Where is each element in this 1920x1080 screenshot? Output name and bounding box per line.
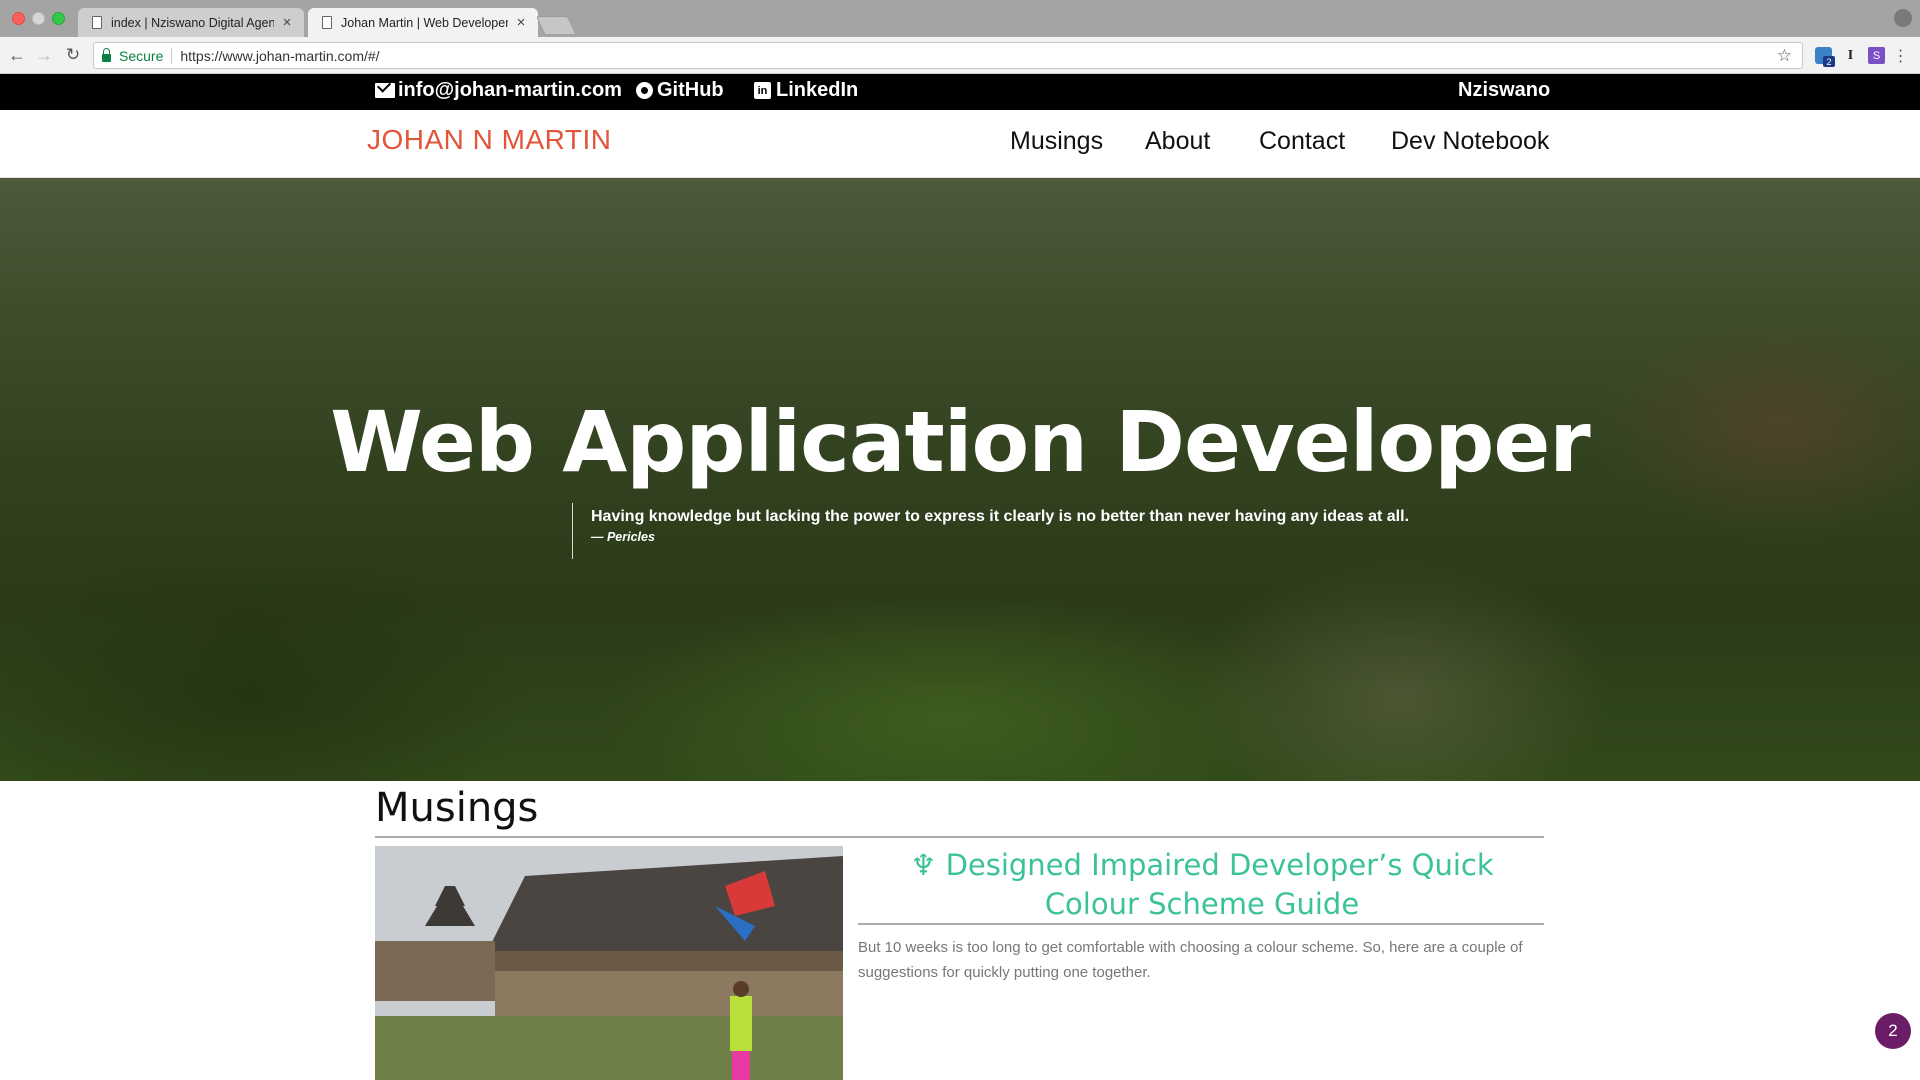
linkedin-icon: in [754, 82, 771, 99]
brand-link[interactable]: Nziswano [1458, 79, 1550, 102]
hero-banner: Web Application Developer Having knowled… [0, 178, 1920, 781]
linkedin-label: LinkedIn [776, 79, 859, 101]
github-link[interactable]: GitHub [636, 79, 724, 102]
main-navigation: JOHAN N MARTIN Musings About Contact Dev… [0, 110, 1920, 178]
forward-arrow-icon[interactable]: → [32, 43, 56, 67]
post-thumbnail[interactable] [375, 846, 843, 1080]
email-link[interactable]: info@johan-martin.com [375, 79, 622, 102]
browser-toolbar: ← → ↻ Secure https://www.johan-martin.co… [0, 37, 1920, 74]
browser-menu-icon[interactable]: ⋮ [1892, 47, 1909, 65]
close-window-button[interactable] [12, 12, 25, 25]
post-excerpt: But 10 weeks is too long to get comforta… [858, 939, 1523, 981]
bookmark-star-icon[interactable]: ☆ [1777, 46, 1792, 66]
reload-icon[interactable]: ↻ [61, 43, 85, 67]
nav-about[interactable]: About [1145, 127, 1210, 156]
github-label: GitHub [657, 79, 724, 101]
profile-icon[interactable] [1894, 9, 1912, 27]
new-tab-button[interactable] [535, 16, 577, 34]
email-label: info@johan-martin.com [398, 79, 622, 101]
temple-photo [375, 846, 843, 1080]
maximize-window-button[interactable] [52, 12, 65, 25]
nav-dev-notebook[interactable]: Dev Notebook [1391, 127, 1549, 156]
section-title: Musings [375, 785, 539, 831]
extension-s-icon[interactable]: S [1868, 47, 1885, 64]
close-tab-icon[interactable]: × [280, 14, 294, 31]
brand-label: Nziswano [1458, 79, 1551, 101]
post-divider [858, 923, 1544, 925]
document-icon [322, 16, 332, 29]
lock-icon [102, 47, 111, 62]
quote-text: Having knowledge but lacking the power t… [591, 508, 1410, 525]
minimize-window-button[interactable] [32, 12, 45, 25]
linkedin-link[interactable]: in LinkedIn [754, 79, 858, 102]
browser-tab-active[interactable]: Johan Martin | Web Developer × [308, 8, 538, 37]
post-title-text: Designed Impaired Developer’s Quick Colo… [945, 848, 1494, 921]
address-bar[interactable]: Secure https://www.johan-martin.com/#/ ☆ [93, 42, 1803, 69]
contact-top-bar: info@johan-martin.com GitHub in LinkedIn… [0, 74, 1920, 110]
browser-tab-bar: index | Nziswano Digital Agenc × Johan M… [0, 0, 1920, 37]
divider [171, 47, 173, 64]
trident-icon: ♆ [910, 848, 937, 882]
section-divider [375, 836, 1544, 838]
chat-notification-button[interactable]: 2 [1875, 1013, 1911, 1049]
github-icon [636, 82, 653, 99]
document-icon [92, 16, 102, 29]
secure-label: Secure [119, 47, 164, 64]
post-title-link[interactable]: ♆ Designed Impaired Developer’s Quick Co… [860, 846, 1544, 924]
tab-title: index | Nziswano Digital Agenc [111, 15, 274, 30]
browser-tab-index[interactable]: index | Nziswano Digital Agenc × [78, 8, 304, 37]
extension-badge: 2 [1823, 56, 1835, 67]
quote-author: — Pericles [591, 530, 655, 544]
close-tab-icon[interactable]: × [514, 14, 528, 31]
back-arrow-icon[interactable]: ← [5, 43, 29, 67]
hero-title: Web Application Developer [330, 393, 1591, 491]
tab-title: Johan Martin | Web Developer [341, 15, 508, 30]
extension-i-icon[interactable]: I [1842, 47, 1859, 64]
url-text[interactable]: https://www.johan-martin.com/#/ [180, 48, 379, 64]
envelope-icon [375, 83, 395, 98]
nav-contact[interactable]: Contact [1259, 127, 1345, 156]
hero-quote: Having knowledge but lacking the power t… [572, 503, 1409, 559]
nav-musings[interactable]: Musings [1010, 127, 1103, 156]
site-logo[interactable]: JOHAN N MARTIN [367, 124, 612, 156]
